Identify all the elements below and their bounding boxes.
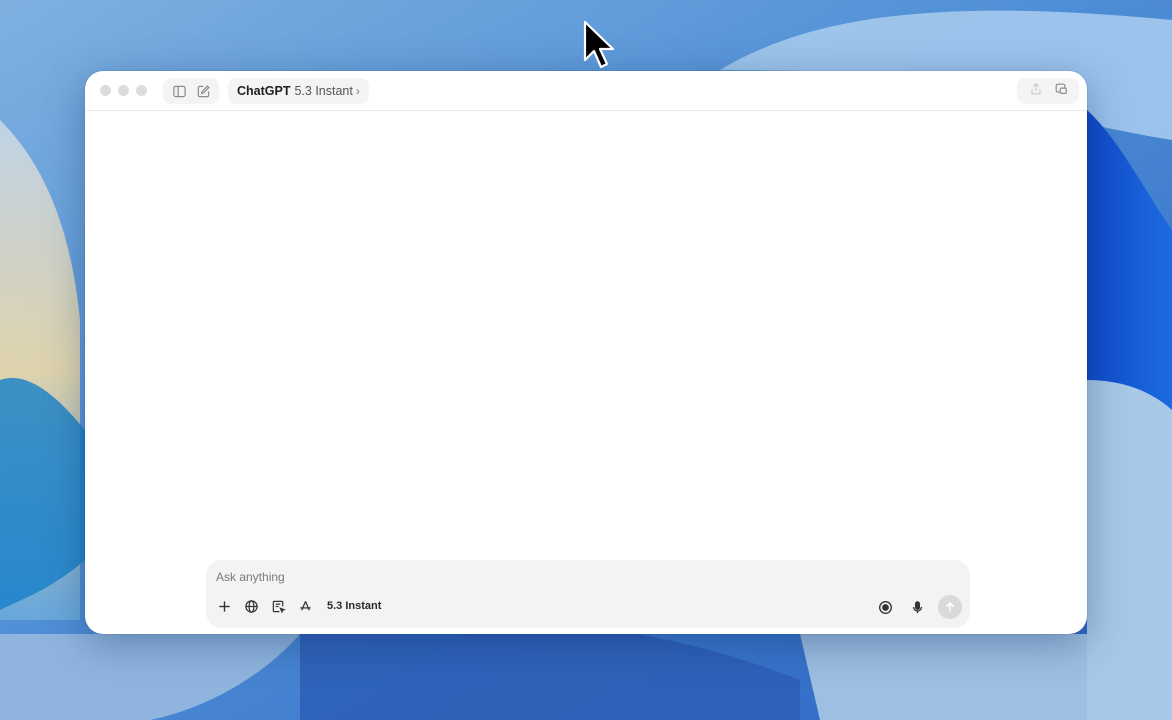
close-icon[interactable] xyxy=(100,85,111,96)
message-composer: 5.3 Instant xyxy=(206,560,970,628)
minimize-icon[interactable] xyxy=(118,85,129,96)
microphone-icon[interactable] xyxy=(906,596,928,618)
zoom-icon[interactable] xyxy=(136,85,147,96)
composer-actions xyxy=(874,595,962,619)
canvas-icon[interactable] xyxy=(269,597,287,615)
chevron-right-icon: › xyxy=(355,84,360,98)
traffic-lights xyxy=(100,85,147,96)
plus-icon[interactable] xyxy=(215,597,233,615)
sidebar-toggle-icon[interactable] xyxy=(170,82,188,100)
globe-icon[interactable] xyxy=(242,597,260,615)
model-selector[interactable]: ChatGPT 5.3 Instant › xyxy=(228,78,369,104)
titlebar: ChatGPT 5.3 Instant › xyxy=(85,71,1087,111)
send-button[interactable] xyxy=(938,595,962,619)
message-input[interactable] xyxy=(216,566,916,588)
model-version: 5.3 Instant xyxy=(294,84,353,98)
titlebar-left-tools xyxy=(163,78,219,104)
composer-tools: 5.3 Instant xyxy=(215,597,381,615)
mouse-pointer-icon xyxy=(583,20,615,69)
voice-mode-icon[interactable] xyxy=(874,596,896,618)
titlebar-right-tools xyxy=(1017,78,1079,104)
apps-icon[interactable] xyxy=(296,597,314,615)
send-arrow-icon xyxy=(945,601,955,612)
new-chat-icon[interactable] xyxy=(194,82,212,100)
new-window-icon[interactable] xyxy=(1054,82,1068,101)
model-brand: ChatGPT xyxy=(237,84,291,98)
composer-model-label[interactable]: 5.3 Instant xyxy=(327,600,381,612)
share-icon[interactable] xyxy=(1029,82,1043,101)
chatgpt-window: ChatGPT 5.3 Instant › Ask anything 5.3 I… xyxy=(85,71,1087,634)
